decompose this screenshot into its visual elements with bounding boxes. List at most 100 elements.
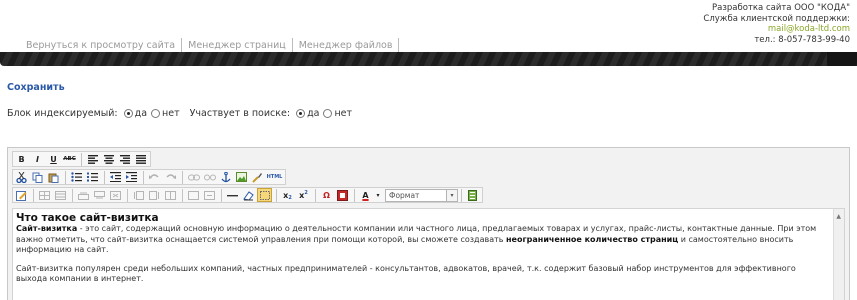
company-line: Разработка сайта ООО "КОДА": [712, 3, 850, 13]
toolbar-divider: [143, 170, 144, 184]
admin-nav: Вернуться к просмотру сайта Менеджер стр…: [20, 38, 400, 52]
indexed-yes-label: да: [134, 108, 148, 119]
content-heading: Что такое сайт-визитка: [16, 212, 159, 224]
wysiwyg-editor: B I U ABC HTML x 2 x 2 Ω A ▾ Формат ▾ Чт…: [7, 147, 850, 300]
outdent-icon[interactable]: [108, 170, 123, 184]
toolbar-divider: [65, 170, 66, 184]
indexed-yes-radio[interactable]: [123, 109, 133, 118]
align-right-icon[interactable]: [117, 152, 132, 166]
bold-button[interactable]: B: [14, 152, 29, 166]
template-icon[interactable]: [465, 188, 480, 202]
paste-icon[interactable]: [46, 170, 61, 184]
indexed-no-label: нет: [162, 108, 180, 119]
search-yes-radio[interactable]: [296, 109, 306, 118]
header-stripe: [0, 52, 857, 66]
edit-css-icon[interactable]: [14, 188, 29, 202]
toolbar-divider: [354, 188, 355, 202]
search-no-radio[interactable]: [323, 109, 333, 118]
support-phone: тел.: 8-057-783-99-40: [754, 34, 850, 45]
redo-icon[interactable]: [163, 170, 178, 184]
format-group: B I U ABC: [12, 151, 151, 167]
emphasis-bold: неограниченное количество страниц: [506, 234, 679, 244]
cleanup-icon[interactable]: [250, 170, 265, 184]
toolbar-divider: [127, 188, 128, 202]
table-props-icon[interactable]: [53, 188, 68, 202]
toolbar-divider: [182, 170, 183, 184]
support-email[interactable]: mail@koda-ltd.com: [703, 24, 850, 35]
delete-row-icon[interactable]: [108, 188, 123, 202]
toolbar-row-3: x2 x2 Ω A ▾ Формат ▾: [12, 187, 483, 203]
split-cells-icon[interactable]: [186, 188, 201, 202]
bullet-list-icon[interactable]: [69, 170, 84, 184]
toolbar-row-1: B I U ABC: [12, 151, 151, 167]
media-icon[interactable]: [335, 188, 350, 202]
horizontal-rule-icon[interactable]: [225, 188, 240, 202]
toolbar-divider: [72, 188, 73, 202]
content-body: Что такое сайт-визитка Сайт-визитка - эт…: [13, 209, 833, 285]
format-select[interactable]: Формат: [385, 188, 447, 202]
merge-cells-icon[interactable]: [202, 188, 217, 202]
superscript-button[interactable]: x2: [296, 188, 311, 202]
term-bold: Сайт-визитка: [16, 224, 78, 233]
search-label: Участвует в поиске:: [189, 108, 291, 119]
copy-icon[interactable]: [30, 170, 45, 184]
toolbar-divider: [33, 188, 34, 202]
visual-aid-icon[interactable]: [257, 188, 272, 202]
table-icon[interactable]: [37, 188, 52, 202]
row-before-icon[interactable]: [76, 188, 91, 202]
insert-group: x2 x2 Ω A ▾ Формат ▾: [12, 187, 483, 203]
save-button[interactable]: Сохранить: [7, 82, 65, 93]
col-after-icon[interactable]: [147, 188, 162, 202]
toolbar-divider: [276, 188, 277, 202]
subscript-button[interactable]: x2: [280, 188, 295, 202]
toolbar-divider: [104, 170, 105, 184]
anchor-icon[interactable]: [218, 170, 233, 184]
content-paragraph-2: Сайт-визитка популярен среди небольших к…: [16, 263, 796, 284]
edit-group: HTML: [12, 169, 286, 185]
scroll-up-icon[interactable]: ▲: [836, 213, 841, 220]
header-stripe-corner: [827, 52, 857, 66]
numbered-list-icon[interactable]: [85, 170, 100, 184]
toolbar-divider: [182, 188, 183, 202]
strikethrough-button[interactable]: ABC: [62, 152, 77, 166]
support-line: Служба клиентской поддержки:: [703, 13, 850, 24]
nav-back-to-site[interactable]: Вернуться к просмотру сайта: [20, 40, 181, 51]
search-yes-label: да: [307, 108, 320, 119]
toolbar-row-2: HTML: [12, 169, 286, 185]
toolbar-divider: [315, 188, 316, 202]
content-paragraph-1: Сайт-визитка - это сайт, содержащий осно…: [16, 224, 825, 256]
row-after-icon[interactable]: [92, 188, 107, 202]
special-char-button[interactable]: Ω: [319, 188, 334, 202]
indexed-label: Блок индексируемый:: [7, 108, 118, 119]
toolbar-divider: [221, 188, 222, 202]
toolbar-divider: [81, 152, 82, 166]
nav-page-manager[interactable]: Менеджер страниц: [182, 40, 292, 51]
unlink-icon[interactable]: [202, 170, 217, 184]
col-before-icon[interactable]: [131, 188, 146, 202]
nav-file-manager[interactable]: Менеджер файлов: [293, 40, 399, 51]
delete-col-icon[interactable]: [163, 188, 178, 202]
align-justify-icon[interactable]: [133, 152, 148, 166]
nav-divider: [398, 38, 400, 52]
undo-icon[interactable]: [147, 170, 162, 184]
image-icon[interactable]: [234, 170, 249, 184]
content-scrollbar[interactable]: ▲: [833, 209, 844, 300]
site-header: Вернуться к просмотру сайта Менеджер стр…: [0, 0, 857, 68]
block-options: Блок индексируемый: да нет Участвует в п…: [7, 108, 352, 119]
underline-button[interactable]: U: [46, 152, 61, 166]
search-no-label: нет: [334, 108, 353, 119]
italic-button[interactable]: I: [30, 152, 45, 166]
align-left-icon[interactable]: [85, 152, 100, 166]
indent-icon[interactable]: [124, 170, 139, 184]
html-source-button[interactable]: HTML: [266, 170, 283, 184]
chevron-down-icon[interactable]: ▾: [447, 188, 458, 202]
text-color-dropdown-icon[interactable]: ▾: [374, 188, 382, 202]
remove-format-icon[interactable]: [241, 188, 256, 202]
editor-content[interactable]: Что такое сайт-визитка Сайт-визитка - эт…: [12, 208, 845, 300]
align-center-icon[interactable]: [101, 152, 116, 166]
indexed-no-radio[interactable]: [151, 109, 161, 118]
support-contact: Разработка сайта ООО "КОДА" Служба клиен…: [703, 3, 850, 45]
cut-icon[interactable]: [14, 170, 29, 184]
link-icon[interactable]: [186, 170, 201, 184]
text-color-button[interactable]: A: [358, 188, 373, 202]
